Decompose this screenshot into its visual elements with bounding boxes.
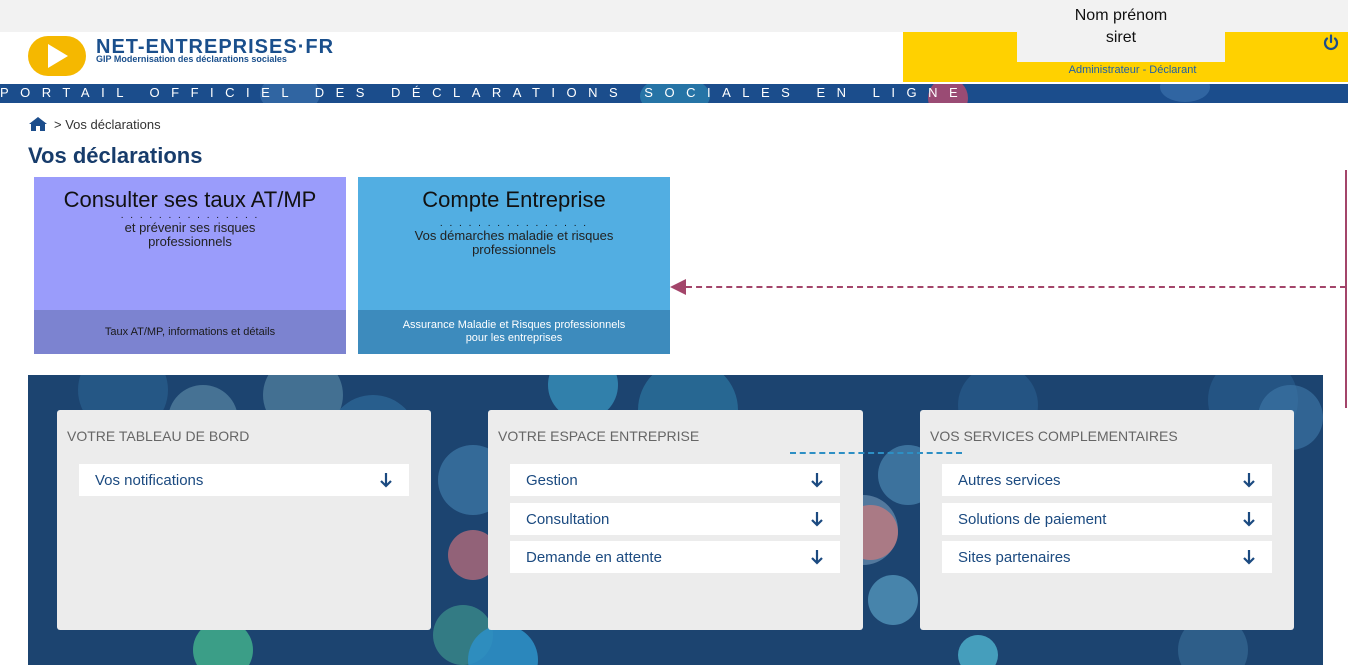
tile-compte-entreprise-title: Compte Entreprise [422, 187, 606, 212]
annotation-arrow-icon [670, 279, 686, 295]
annotation-blue-dashed-line [790, 452, 962, 454]
breadcrumb[interactable]: > Vos déclarations [54, 117, 161, 132]
arrow-down-icon [1243, 473, 1255, 488]
logo-subtitle: GIP Modernisation des déclarations socia… [96, 54, 287, 64]
menu-item-label: Autres services [958, 471, 1061, 489]
menu-item-vos-notifications[interactable]: Vos notifications [79, 464, 409, 496]
decorative-bubble [958, 635, 998, 665]
user-name: Nom prénom [1074, 7, 1168, 24]
menu-item-gestion[interactable]: Gestion [510, 464, 840, 496]
tile-compte-entreprise[interactable]: Compte Entreprise . . . . . . . . . . . … [358, 177, 670, 354]
tile-at-mp[interactable]: Consulter ses taux AT/MP . . . . . . . .… [34, 177, 346, 354]
tile-compte-entreprise-dots: . . . . . . . . . . . . . . . . [439, 218, 589, 229]
arrow-down-icon [811, 512, 823, 527]
menu-item-label: Gestion [526, 471, 578, 489]
menu-item-sites-partenaires[interactable]: Sites partenaires [942, 541, 1272, 573]
tile-at-mp-top: Consulter ses taux AT/MP . . . . . . . .… [34, 177, 346, 310]
tile-compte-entreprise-footer: Assurance Maladie et Risques professionn… [358, 310, 670, 354]
card-title: VOTRE TABLEAU DE BORD [67, 428, 250, 444]
home-icon[interactable] [28, 116, 48, 132]
card-services-complementaires: VOS SERVICES COMPLEMENTAIRES Autres serv… [920, 410, 1294, 630]
menu-item-label: Vos notifications [95, 471, 204, 489]
menu-item-demande-en-attente[interactable]: Demande en attente [510, 541, 840, 573]
annotation-vertical-line [1345, 170, 1347, 408]
user-siret: siret [1105, 29, 1137, 46]
arrow-down-icon [380, 473, 392, 488]
card-tableau-de-bord: VOTRE TABLEAU DE BORD Vos notifications [57, 410, 431, 630]
power-icon[interactable] [1322, 34, 1340, 52]
tile-at-mp-subtitle: et prévenir ses risques professionnels [124, 220, 256, 249]
menu-item-label: Sites partenaires [958, 548, 1071, 566]
tile-compte-entreprise-top: Compte Entreprise . . . . . . . . . . . … [358, 177, 670, 310]
play-icon [48, 44, 68, 68]
tile-at-mp-footer: Taux AT/MP, informations et détails [34, 310, 346, 354]
menu-item-autres-services[interactable]: Autres services [942, 464, 1272, 496]
annotation-dashed-line [686, 286, 1346, 288]
menu-item-solutions-de-paiement[interactable]: Solutions de paiement [942, 503, 1272, 535]
arrow-down-icon [1243, 550, 1255, 565]
page-title: Vos déclarations [28, 143, 203, 168]
user-role: Administrateur - Déclarant [1068, 64, 1197, 76]
banner-text: PORTAIL OFFICIEL DES DÉCLARATIONS SOCIAL… [0, 85, 970, 100]
tile-compte-entreprise-subtitle: Vos démarches maladie et risques profess… [414, 228, 614, 257]
menu-item-label: Consultation [526, 510, 610, 528]
tile-at-mp-title: Consulter ses taux AT/MP [63, 187, 317, 212]
portal-banner: PORTAIL OFFICIEL DES DÉCLARATIONS SOCIAL… [0, 84, 1348, 103]
user-info-box: Nom prénom siret [1017, 0, 1225, 62]
menu-item-consultation[interactable]: Consultation [510, 503, 840, 535]
card-title: VOTRE ESPACE ENTREPRISE [498, 428, 700, 444]
card-title: VOS SERVICES COMPLEMENTAIRES [930, 428, 1178, 444]
menu-item-label: Demande en attente [526, 548, 662, 566]
arrow-down-icon [811, 473, 823, 488]
decorative-bubble [868, 575, 918, 625]
arrow-down-icon [1243, 512, 1255, 527]
card-espace-entreprise: VOTRE ESPACE ENTREPRISE Gestion Consulta… [488, 410, 863, 630]
banner-bubble [1160, 84, 1210, 102]
menu-item-label: Solutions de paiement [958, 510, 1107, 528]
arrow-down-icon [811, 550, 823, 565]
tile-at-mp-dots: . . . . . . . . . . . . . . . [120, 210, 260, 221]
